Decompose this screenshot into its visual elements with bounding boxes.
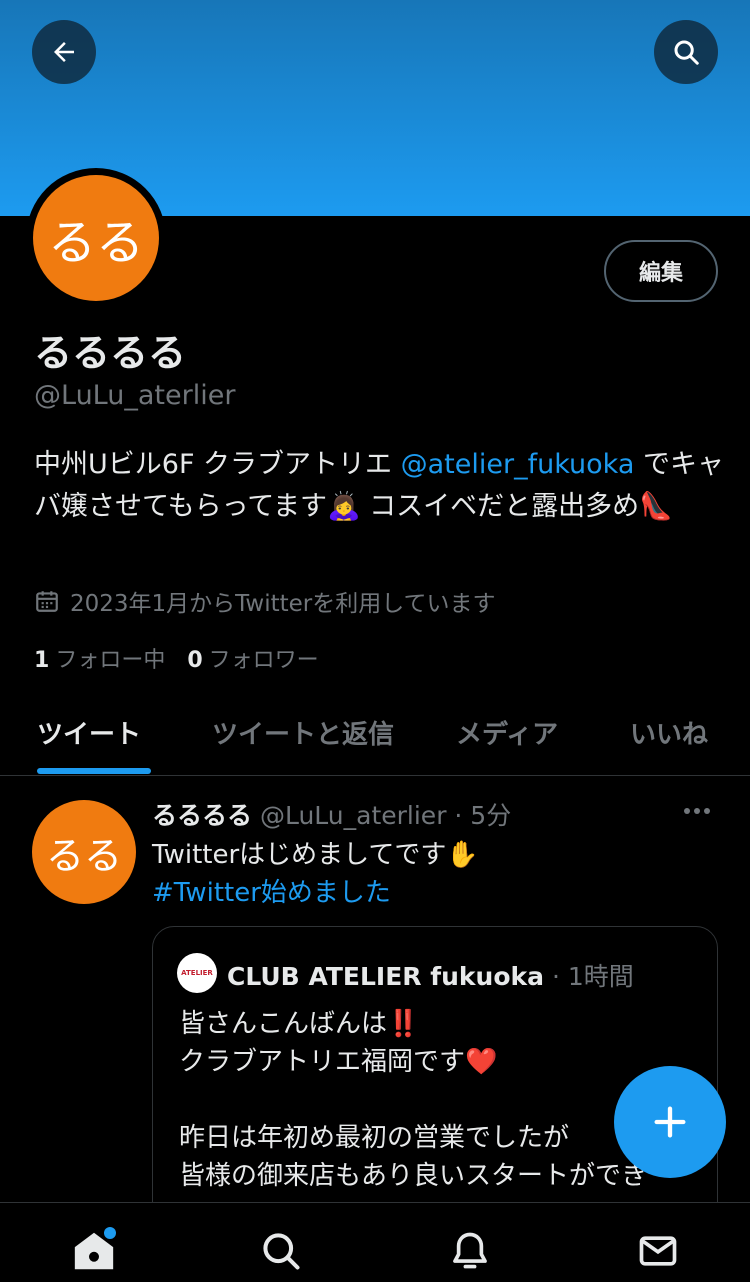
quote-header: CLUB ATELIER fukuoka · 1時間: [227, 957, 634, 993]
mail-icon: [639, 1236, 677, 1266]
bottom-navigation: [0, 1202, 750, 1282]
user-handle: @LuLu_aterlier: [34, 380, 236, 411]
quote-time: · 1時間: [544, 962, 634, 991]
quote-author-name: CLUB ATELIER fukuoka: [227, 962, 545, 991]
plus-icon: [654, 1106, 686, 1138]
tweet-header: るるるる @LuLu_aterlier · 5分: [152, 796, 511, 832]
following-link[interactable]: 1 フォロー中: [34, 642, 165, 674]
followers-link[interactable]: 0 フォロワー: [187, 642, 318, 674]
bio-mention-link[interactable]: @atelier_fukuoka: [401, 449, 635, 480]
profile-bio: 中州Uビル6F クラブアトリエ @atelier_fukuoka でキャバ嬢させ…: [34, 444, 724, 528]
nav-messages[interactable]: [634, 1227, 682, 1275]
edit-profile-button[interactable]: 編集: [604, 240, 718, 302]
followers-label: フォロワー: [208, 648, 319, 673]
follow-stats: 1 フォロー中 0 フォロワー: [34, 642, 319, 674]
nav-notifications[interactable]: [446, 1227, 494, 1275]
profile-avatar[interactable]: るる: [26, 168, 166, 308]
more-options-icon[interactable]: [684, 808, 710, 814]
calendar-icon: [36, 591, 58, 612]
tweet-body: Twitterはじめましてです✋ #Twitter始めました: [152, 836, 479, 912]
bio-text: 中州Uビル6F クラブアトリエ: [34, 449, 401, 480]
active-tab-indicator: [37, 768, 151, 774]
tweet-author-name[interactable]: るるるる: [152, 801, 252, 830]
profile-tabs: ツイート ツイートと返信 メディア いいね: [0, 700, 750, 776]
joined-date: 2023年1月からTwitterを利用しています: [34, 584, 496, 618]
search-icon: [263, 1233, 300, 1270]
nav-home[interactable]: [70, 1227, 118, 1275]
tab-tweets-and-replies[interactable]: ツイートと返信: [212, 714, 394, 751]
tweet-text: Twitterはじめましてです✋: [152, 840, 479, 870]
tweet-handle-time: @LuLu_aterlier · 5分: [259, 801, 512, 830]
back-button[interactable]: [32, 20, 96, 84]
bell-icon: [453, 1232, 487, 1269]
home-notification-dot: [104, 1227, 116, 1239]
quote-author-avatar: ATELIER: [177, 953, 217, 993]
followers-count: 0: [187, 648, 203, 673]
arrow-left-icon: [54, 42, 74, 62]
profile-avatar-text: るる: [33, 175, 159, 301]
nav-search[interactable]: [257, 1227, 305, 1275]
search-icon: [674, 40, 699, 65]
tab-tweets[interactable]: ツイート: [37, 714, 141, 751]
compose-tweet-button[interactable]: [614, 1066, 726, 1178]
joined-text: 2023年1月からTwitterを利用しています: [70, 591, 496, 617]
tweet-avatar[interactable]: るる: [32, 800, 136, 904]
following-label: フォロー中: [55, 648, 166, 673]
tab-media[interactable]: メディア: [456, 714, 558, 751]
tweet-hashtag[interactable]: #Twitter始めました: [152, 874, 479, 912]
display-name: るるるる: [34, 331, 187, 375]
tab-likes[interactable]: いいね: [630, 714, 708, 751]
following-count: 1: [34, 648, 50, 673]
search-button[interactable]: [654, 20, 718, 84]
